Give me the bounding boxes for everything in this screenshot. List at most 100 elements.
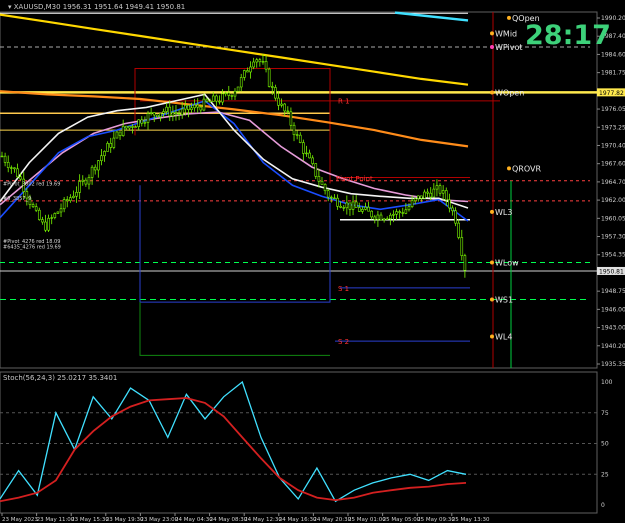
candle-body	[413, 198, 417, 202]
stoch-tick-label: 25	[601, 471, 609, 478]
candle-body	[72, 195, 75, 198]
time-tick-label: 24 May 04:30	[175, 517, 213, 523]
price-tick-label: 1976.05	[601, 106, 625, 113]
candle-body	[78, 181, 81, 193]
candle-body	[190, 107, 193, 110]
candle-body	[128, 126, 131, 129]
candle-body	[317, 176, 321, 182]
candle-body	[429, 192, 433, 198]
candle-body	[401, 212, 405, 214]
ws1-label-dot	[490, 297, 494, 302]
candle-body	[149, 112, 153, 114]
candle-body	[41, 219, 44, 223]
candle-body	[140, 119, 144, 124]
candle-body	[280, 103, 283, 106]
candle-body	[330, 196, 333, 199]
candle-body	[13, 167, 16, 170]
price-tick-label: 1957.30	[601, 234, 625, 241]
candle-body	[208, 100, 212, 103]
wmid-label-dot	[490, 31, 494, 36]
stoch-label: Stoch(56,24,3) 25.0217 35.3401	[3, 374, 117, 382]
candle-body	[255, 59, 259, 63]
moving-average-5	[0, 93, 469, 209]
wpivot-label-dot	[490, 45, 494, 50]
candle-body	[246, 70, 249, 73]
candle-body	[193, 104, 196, 109]
wopen-label-dot	[490, 90, 494, 95]
cyan-level	[394, 11, 469, 22]
time-tick-label: 25 May 05:00	[383, 517, 421, 523]
current-price-value: 1950.81	[599, 268, 624, 275]
candle-body	[137, 119, 140, 127]
candle-body	[37, 209, 41, 220]
candle-body	[457, 222, 460, 238]
candle-body	[345, 202, 349, 209]
price-tick-label: 1954.35	[601, 252, 625, 259]
candle-body	[90, 166, 94, 178]
candle-body	[65, 199, 69, 202]
candle-body	[252, 61, 255, 68]
candle-body	[6, 162, 10, 168]
candle-body	[47, 217, 50, 231]
time-tick-label: 25 May 13:30	[452, 517, 490, 523]
moving-average-1	[0, 13, 469, 86]
candle-body	[426, 191, 429, 194]
wl3-label-dot	[490, 209, 494, 214]
time-tick-label: 23 May 11:00	[37, 517, 75, 523]
time-tick-label: 25 May 09:30	[417, 517, 455, 523]
candle-body	[171, 112, 175, 117]
candle-body	[389, 214, 392, 220]
stoch-panel-frame	[0, 371, 598, 514]
candle-body	[463, 255, 467, 271]
candle-body	[174, 112, 178, 114]
candle-body	[292, 124, 296, 135]
wopen-price-value: 1977.82	[599, 90, 624, 97]
time-tick-label: 24 May 08:30	[210, 517, 248, 523]
chart-header: ▾ XAUUSD,M30 1956.31 1951.64 1949.41 195…	[8, 3, 185, 11]
moving-average-4	[0, 100, 469, 222]
candle-body	[81, 179, 85, 182]
left-level-label: #6435_4276 red 19.69	[3, 244, 61, 250]
candle-body	[441, 190, 445, 194]
candle-body	[162, 111, 165, 114]
candle-body	[298, 134, 302, 143]
wopen-label: WOpen	[495, 88, 524, 97]
candle-body	[134, 126, 137, 128]
price-tick-label: 1940.20	[601, 343, 625, 350]
candle-body	[289, 111, 293, 126]
candle-body	[199, 106, 203, 111]
candle-body	[230, 95, 234, 97]
candle-body	[53, 213, 57, 218]
candle-body	[124, 125, 128, 129]
candle-body	[342, 207, 346, 209]
candle-body	[302, 142, 305, 154]
candle-body	[277, 97, 280, 106]
candle-body	[152, 112, 156, 116]
candle-body	[339, 205, 342, 208]
wl4-label: WL4	[495, 333, 512, 342]
candle-body	[75, 191, 78, 197]
candle-body	[326, 190, 330, 198]
wl3-label: WL3	[495, 208, 512, 217]
candle-body	[460, 237, 464, 256]
wlow-label: WLow	[495, 259, 519, 268]
candle-body	[187, 104, 190, 110]
candle-body	[19, 176, 22, 180]
price-tick-label: 1943.00	[601, 325, 625, 332]
time-tick-label: 23 May 2023	[2, 517, 38, 523]
candle-body	[143, 122, 147, 124]
candle-body	[351, 201, 355, 210]
wlow-label-dot	[490, 260, 494, 265]
candle-body	[448, 199, 451, 209]
candle-body	[357, 207, 361, 212]
price-tick-label: 1962.00	[601, 197, 625, 204]
candle-body	[454, 210, 457, 224]
stoch-tick-label: 50	[601, 441, 609, 448]
candle-body	[224, 92, 227, 95]
price-candles	[0, 53, 467, 278]
moving-averages	[0, 13, 469, 222]
wpivot-label: WPivot	[495, 43, 523, 52]
candle-body	[435, 185, 439, 190]
candle-body	[3, 155, 7, 163]
candle-body	[233, 90, 237, 97]
